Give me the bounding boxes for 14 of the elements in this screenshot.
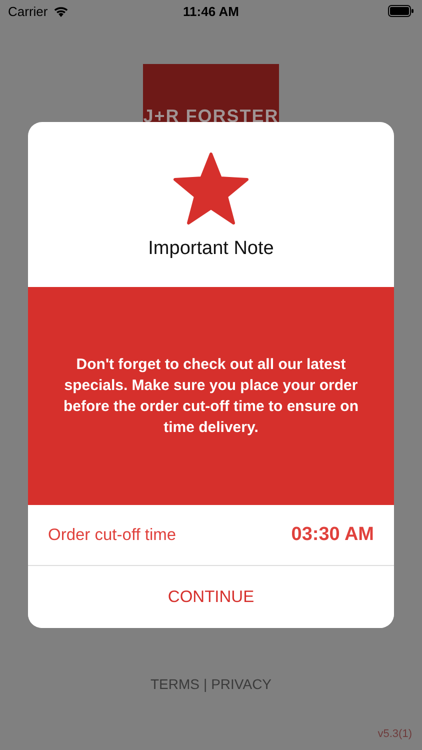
message-text: Don't forget to check out all our latest specials. Make sure you place your order before the order cut-off time to ensure on time delivery. (62, 355, 360, 438)
footer-link[interactable]: PRIVACY (211, 676, 272, 692)
logo-text: J+R FORSTER (143, 106, 279, 127)
cutoff-time: 03:30 AM (291, 524, 374, 546)
cutoff-label: Order cut-off time (48, 526, 176, 544)
carrier-name: Carrier (8, 4, 48, 18)
battery-icon (388, 5, 414, 17)
status-time: 11:46 AM (183, 4, 239, 18)
star-icon (172, 152, 250, 226)
dialog-title: Important Note (148, 238, 274, 260)
footer-link[interactable]: TERMS (150, 676, 200, 692)
link-separator: | (203, 676, 208, 692)
wifi-icon (52, 5, 69, 17)
version-label: v5.3(1) (378, 728, 412, 740)
